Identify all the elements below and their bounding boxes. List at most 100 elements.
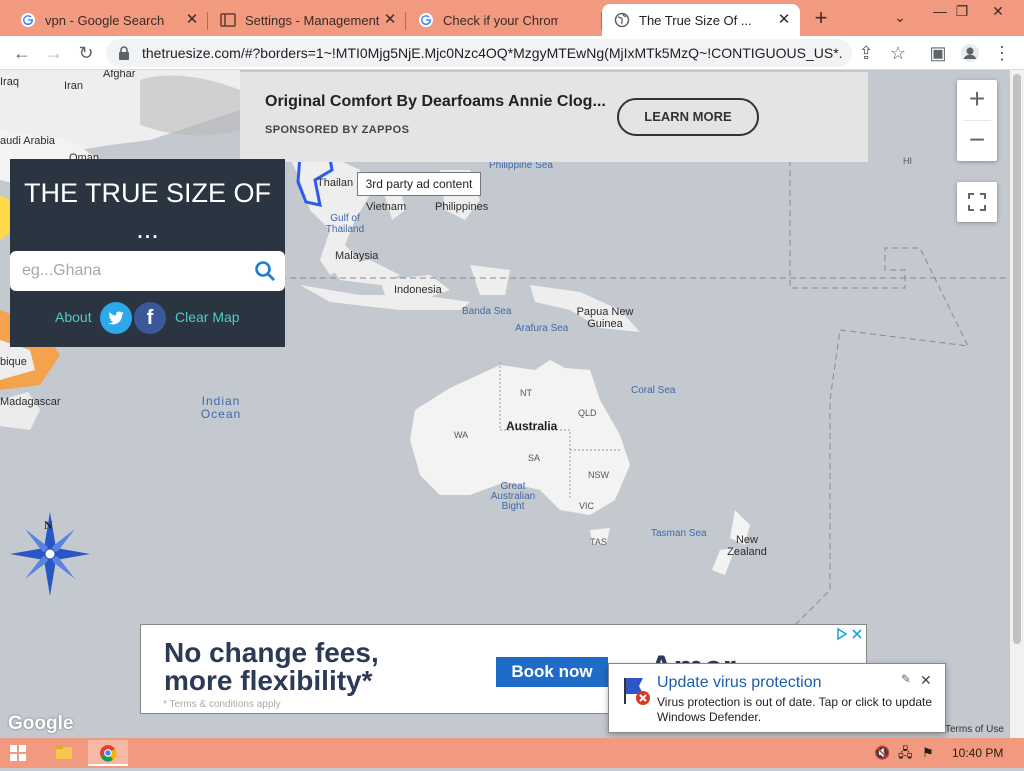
zoom-in-button[interactable]: + (957, 80, 997, 120)
map-label: Gulf of Thailand (325, 213, 365, 235)
map-label: Iran (64, 80, 83, 92)
map-label: Thailan (317, 177, 354, 189)
lock-icon[interactable] (118, 45, 130, 61)
tab-vpn-search[interactable]: vpn - Google Search ✕ (8, 4, 208, 36)
map-label: Australia (506, 419, 558, 433)
map-label: Arafura Sea (515, 323, 569, 334)
profile-avatar-icon[interactable] (956, 39, 984, 67)
restore-button[interactable]: ❐ (942, 0, 982, 32)
country-search-input[interactable] (22, 259, 242, 283)
network-icon[interactable]: 🖧 (898, 745, 914, 761)
map-label: NT (520, 388, 532, 398)
chrome-taskbar-icon[interactable] (88, 740, 128, 766)
tab-title: Check if your Chrome br (443, 12, 558, 28)
zoom-out-button[interactable]: − (957, 121, 997, 161)
map-label: Indonesia (394, 284, 442, 296)
panel-links: About f Clear Map (10, 301, 285, 335)
zoom-control: + − (957, 80, 997, 161)
new-tab-button[interactable]: + (808, 6, 834, 32)
tab-true-size[interactable]: The True Size Of ... ✕ (602, 4, 800, 36)
terms-of-use-link[interactable]: Terms of Use (945, 724, 1004, 735)
forward-arrow-icon[interactable]: → (40, 39, 68, 67)
map-label: SA (528, 453, 541, 463)
map-label: Vietnam (366, 201, 407, 213)
google-logo: Google (8, 713, 74, 734)
windows-security-flag-icon (624, 678, 650, 705)
close-tab-icon[interactable]: ✕ (382, 12, 398, 28)
settings-page-icon (220, 12, 236, 28)
map-label: New Zealand (727, 534, 767, 558)
ad-sponsor: SPONSORED BY ZAPPOS (265, 124, 410, 136)
google-icon (418, 12, 434, 28)
defender-title[interactable]: Update virus protection (657, 674, 822, 692)
map-label: NSW (588, 470, 609, 480)
volume-muted-icon[interactable]: 🔇 (874, 745, 890, 761)
tab-chrome-check[interactable]: Check if your Chrome br (406, 4, 602, 36)
compass-north-label: N (44, 518, 53, 532)
twitter-icon[interactable] (100, 302, 132, 334)
map-label: QLD (578, 408, 597, 418)
clear-map-link[interactable]: Clear Map (175, 309, 240, 325)
ad-headline-line1[interactable]: No change fees, (164, 639, 379, 667)
map-label: TAS (590, 537, 607, 547)
tab-search-chevron-icon[interactable]: ⌄ (880, 6, 920, 38)
map-label: Banda Sea (462, 306, 512, 317)
page-viewport: Iraq Iran Afghar audi Arabia Oman Thaila… (0, 70, 1024, 738)
windows-start-icon[interactable] (10, 745, 26, 761)
close-tab-icon[interactable]: ✕ (184, 12, 200, 28)
map-label: bique (0, 356, 27, 368)
scrollbar-thumb[interactable] (1013, 74, 1021, 644)
panel-title: THE TRUE SIZE OF ... (23, 178, 272, 244)
page-scrollbar[interactable] (1010, 70, 1024, 738)
country-search-box[interactable] (10, 251, 285, 291)
taskbar-clock[interactable]: 10:40 PM (952, 746, 1003, 760)
map-label: Afghar (103, 70, 136, 80)
about-link[interactable]: About (55, 309, 92, 325)
search-icon[interactable] (254, 260, 276, 282)
ad-headline[interactable]: Original Comfort By Dearfoams Annie Clog… (265, 93, 606, 111)
back-arrow-icon[interactable]: ← (8, 39, 36, 67)
map-label: Malaysia (335, 250, 379, 262)
wrench-icon[interactable]: ✎ (901, 672, 911, 686)
tab-strip: vpn - Google Search ✕ Settings - Managem… (0, 0, 1024, 36)
defender-message[interactable]: Virus protection is out of date. Tap or … (657, 695, 942, 725)
address-bar[interactable]: thetruesize.com/#?borders=1~!MTI0Mjg5NjE… (106, 39, 852, 67)
map-label: Iraq (0, 76, 19, 88)
map-label: VIC (579, 501, 595, 511)
facebook-icon[interactable]: f (134, 302, 166, 334)
ad-tooltip: 3rd party ad content (357, 172, 481, 196)
tab-title: vpn - Google Search (45, 12, 165, 28)
map-label: Madagascar (0, 396, 61, 408)
file-explorer-taskbar-icon[interactable] (44, 740, 84, 766)
map-label: HI (903, 156, 912, 166)
map-label: audi Arabia (0, 135, 56, 147)
fullscreen-button[interactable] (957, 182, 997, 222)
close-window-button[interactable]: ✕ (978, 0, 1018, 32)
close-tab-icon[interactable]: ✕ (776, 12, 792, 28)
map-label: Indian Ocean (200, 394, 242, 421)
share-icon[interactable]: ⇪ (852, 39, 880, 67)
tab-title: The True Size Of ... (639, 12, 752, 28)
windows-taskbar: 🔇 🖧 ⚑ 10:40 PM (0, 738, 1024, 768)
reload-icon[interactable]: ↻ (72, 39, 100, 67)
tab-settings-management[interactable]: Settings - Management ✕ (208, 4, 406, 36)
side-panel-icon[interactable]: ▣ (924, 39, 952, 67)
security-alert-icon[interactable]: ⚑ (922, 745, 938, 761)
map-label: WA (454, 430, 469, 440)
google-icon (20, 12, 36, 28)
fullscreen-icon (968, 193, 986, 211)
globe-icon (614, 12, 630, 28)
close-notification-icon[interactable]: ✕ (920, 672, 932, 689)
url-text[interactable]: thetruesize.com/#?borders=1~!MTI0Mjg5NjE… (142, 45, 842, 61)
map-label: Papua New Guinea (576, 306, 634, 330)
learn-more-button[interactable]: LEARN MORE (617, 98, 759, 136)
menu-kebab-icon[interactable]: ⋮ (988, 39, 1016, 67)
defender-notification[interactable]: Update virus protection Virus protection… (608, 663, 946, 733)
ad-terms: * Terms & conditions apply (163, 699, 281, 710)
top-ad-banner[interactable]: Original Comfort By Dearfoams Annie Clog… (240, 72, 868, 162)
book-now-button[interactable]: Book now (496, 657, 608, 687)
map-label: Philippines (435, 201, 489, 213)
ad-headline-line2[interactable]: more flexibility* (164, 667, 373, 695)
bookmark-star-icon[interactable]: ☆ (884, 39, 912, 67)
adchoices-icon[interactable] (836, 627, 866, 641)
